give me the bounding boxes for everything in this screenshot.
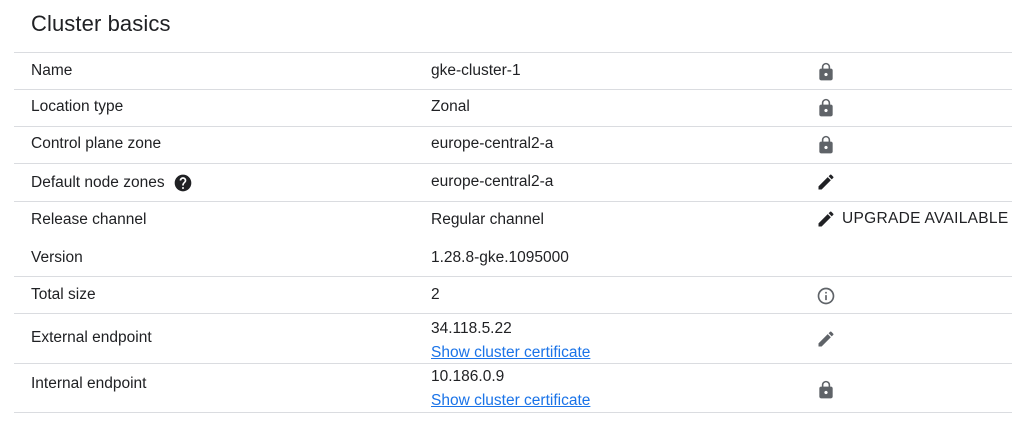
table-row-control-plane-zone: Control plane zone europe-central2-a [14,127,1012,164]
row-label: Total size [31,286,96,303]
table-row-version: Version 1.28.8-gke.1095000 [14,239,1012,277]
row-label: Location type [31,98,124,115]
section-title: Cluster basics [31,11,171,36]
upgrade-available-button[interactable]: UPGRADE AVAILABLE [816,209,1008,229]
row-value: 34.118.5.22 [431,320,512,337]
info-icon[interactable] [816,286,836,306]
upgrade-available-label: UPGRADE AVAILABLE [842,210,1009,227]
table-row-name: Name gke-cluster-1 [14,53,1012,90]
edit-icon [816,209,836,229]
help-icon[interactable] [173,173,193,193]
row-label: Internal endpoint [31,375,147,392]
table-row-location-type: Location type Zonal [14,90,1012,127]
table-row-total-size: Total size 2 [14,277,1012,314]
row-label: Name [31,62,73,79]
row-label: Version [31,249,83,266]
table-row-external-endpoint: External endpoint 34.118.5.22 Show clust… [14,314,1012,364]
table-row-internal-endpoint: Internal endpoint 10.186.0.9 Show cluste… [14,364,1012,413]
row-value: europe-central2-a [431,173,554,190]
edit-icon[interactable] [816,172,836,192]
cluster-basics-panel: Cluster basics Name gke-cluster-1 Locati… [0,0,1012,435]
show-cluster-certificate-link[interactable]: Show cluster certificate [431,389,590,413]
row-label: Release channel [31,211,147,228]
row-label: External endpoint [31,329,152,346]
lock-icon [816,135,836,155]
row-value: europe-central2-a [431,135,554,152]
row-label: Default node zones [31,174,165,191]
row-label: Control plane zone [31,135,162,152]
row-value: 2 [431,286,440,303]
row-value: Regular channel [431,211,544,228]
edit-icon[interactable] [816,329,836,349]
table-row-release-channel: Release channel Regular channel UPGRADE … [14,202,1012,239]
lock-icon [816,98,836,118]
show-cluster-certificate-link[interactable]: Show cluster certificate [431,341,590,365]
row-value: Zonal [431,98,470,115]
row-value: gke-cluster-1 [431,62,521,79]
lock-icon [816,62,836,82]
row-value: 10.186.0.9 [431,368,505,385]
cluster-details-table: Name gke-cluster-1 Location type Zonal C… [14,52,1012,413]
lock-icon [816,380,836,400]
row-value: 1.28.8-gke.1095000 [431,249,569,266]
table-row-default-node-zones: Default node zones europe-central2-a [14,164,1012,202]
